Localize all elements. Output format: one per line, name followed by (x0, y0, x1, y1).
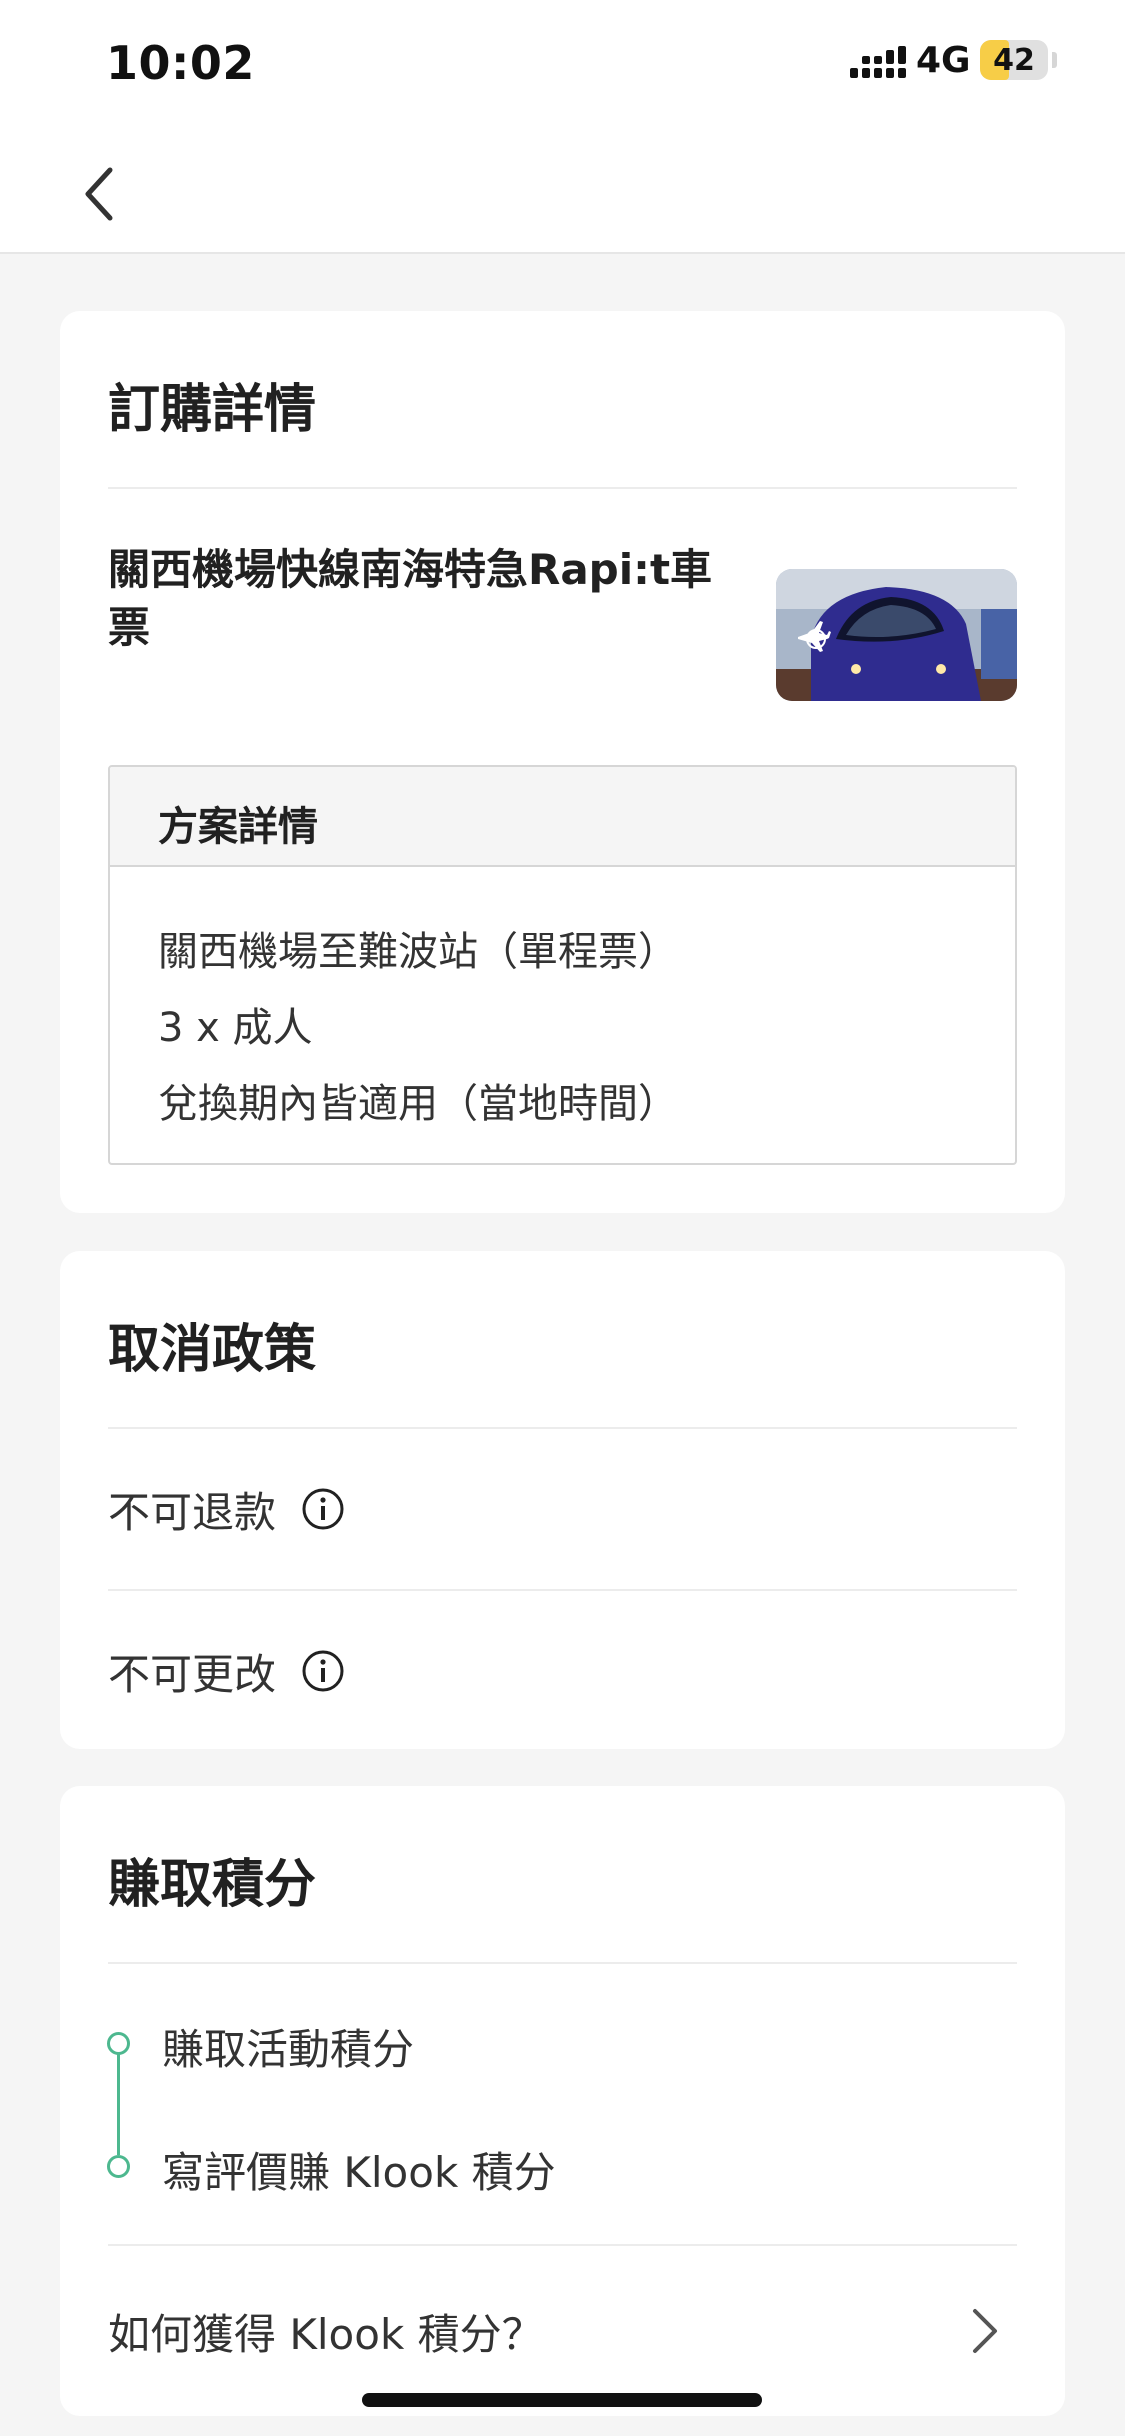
timeline-line (117, 2043, 120, 2155)
timeline-dot (107, 2032, 130, 2055)
divider (108, 1962, 1017, 1964)
status-time: 10:02 (106, 36, 255, 90)
plan-details-title: 方案詳情 (158, 804, 318, 850)
battery-tip (1052, 52, 1057, 68)
chevron-right-icon (973, 2309, 997, 2353)
credit-item-review: 寫評價賺 Klook 積分 (162, 2148, 556, 2197)
battery-icon: 42 (980, 40, 1048, 80)
policy-label-change: 不可更改 (108, 1649, 277, 1699)
train-photo (776, 569, 1017, 701)
product-image (776, 569, 1017, 701)
timeline-dot (107, 2155, 130, 2178)
divider (108, 2244, 1017, 2246)
status-bar: 10:02 4G 42 (0, 0, 1125, 130)
credit-item-activity: 賺取活動積分 (162, 2025, 415, 2074)
order-details-title: 訂購詳情 (108, 380, 317, 440)
info-icon[interactable] (300, 1486, 346, 1532)
order-details-card: 訂購詳情 關西機場快線南海特急Rapi:t車票 方案詳情 關西機場至難波站（單程… (60, 311, 1065, 1213)
network-label: 4G (916, 40, 971, 81)
plan-details-header: 方案詳情 (110, 767, 1015, 867)
policy-label-refund: 不可退款 (108, 1487, 277, 1537)
plan-line-validity: 兌換期內皆適用（當地時間） (158, 1081, 678, 1127)
how-to-earn-label: 如何獲得 Klook 積分？ (108, 2309, 544, 2359)
product-name: 關西機場快線南海特急Rapi:t車票 (108, 545, 713, 652)
info-icon[interactable] (300, 1648, 346, 1694)
cancellation-policy-card: 取消政策 不可退款 不可更改 (60, 1251, 1065, 1749)
signal-icon (850, 46, 906, 78)
chevron-left-icon (85, 167, 113, 221)
how-to-earn-credits-link[interactable]: 如何獲得 Klook 積分？ (108, 2266, 1005, 2396)
cancellation-policy-title: 取消政策 (108, 1320, 317, 1380)
policy-row-change[interactable]: 不可更改 (108, 1591, 1017, 1751)
back-button[interactable] (60, 154, 140, 234)
home-indicator (362, 2393, 762, 2407)
earn-credits-title: 賺取積分 (108, 1855, 317, 1915)
divider (108, 487, 1017, 489)
plan-line-quantity: 3 x 成人 (158, 1005, 313, 1051)
nav-bar (0, 130, 1125, 254)
plan-line-route: 關西機場至難波站（單程票） (158, 929, 678, 975)
battery-level-text: 42 (993, 42, 1035, 78)
policy-row-refund[interactable]: 不可退款 (108, 1429, 1017, 1589)
plan-details-box: 方案詳情 關西機場至難波站（單程票） 3 x 成人 兌換期內皆適用（當地時間） (108, 765, 1017, 1165)
